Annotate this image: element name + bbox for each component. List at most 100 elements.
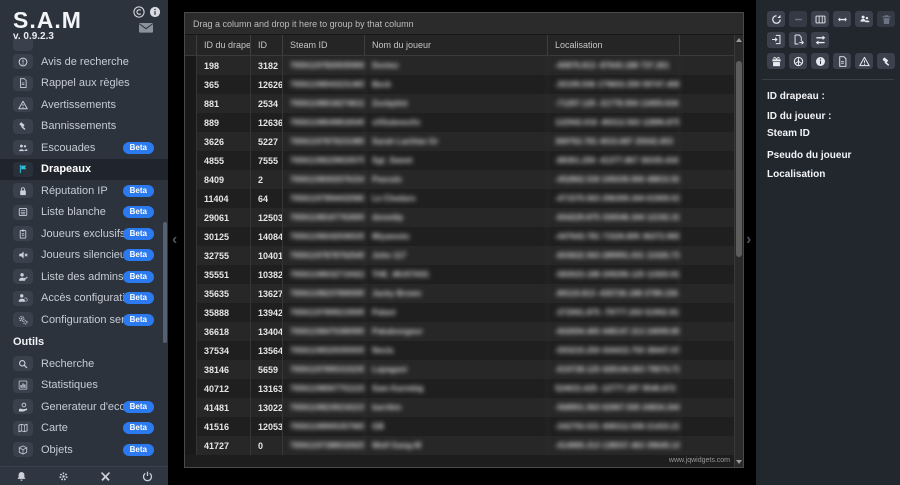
warning-button[interactable] [855, 53, 873, 69]
cell-player-id: 7555 [251, 151, 283, 170]
cell-player-id: 12053 [251, 417, 283, 436]
sidebar-item-r-putation-ip[interactable]: Réputation IPBeta [0, 180, 168, 202]
table-row[interactable]: 415161205376561198905357065GB-342793.531… [185, 417, 734, 436]
gift-button[interactable] [767, 53, 785, 69]
cell-flag-id: 36618 [197, 322, 251, 341]
table-row[interactable]: 414811302276561198239216215barrikin-5689… [185, 398, 734, 417]
bell-button[interactable] [0, 471, 42, 482]
sidebar-item-avertissements[interactable]: Avertissements [0, 94, 168, 116]
table-row[interactable]: 327551040176561197878762545John 117-6036… [185, 246, 734, 265]
ban-hammer-button[interactable] [877, 53, 895, 69]
scroll-up-icon[interactable] [735, 35, 743, 45]
refresh-button[interactable] [767, 11, 785, 27]
column-header-steam-id[interactable]: Steam ID [283, 35, 365, 55]
table-row[interactable]: 375341356476561198329355935Necla-593233.… [185, 341, 734, 360]
table-row[interactable]: 881253476561198018274611Zockpilot-71297.… [185, 94, 734, 113]
table-row[interactable]: 301251408476561198242936535Miyamoto-4476… [185, 227, 734, 246]
cell-location: -602694.465 448147.313 24099.891 [548, 322, 680, 341]
sidebar-item-carte[interactable]: CarteBeta [0, 418, 168, 440]
columns-button[interactable] [811, 11, 829, 27]
sidebar-item-joueurs-exclusifs[interactable]: Joueurs exclusifsBeta [0, 223, 168, 245]
detail-label-localisation: Localisation [767, 169, 825, 180]
arrows-h-button[interactable] [833, 11, 851, 27]
table-row[interactable]: 3651262676561198043231465Beck-30199.936 … [185, 75, 734, 94]
column-header-localisation[interactable]: Localisation [548, 35, 680, 55]
wheel-button[interactable] [789, 53, 807, 69]
swap-button[interactable] [811, 32, 829, 48]
toolbar-row [767, 32, 829, 48]
squad-icon [18, 143, 28, 153]
jqwidgets-watermark[interactable]: www.jqwidgets.com [669, 457, 730, 464]
sidebar-item-joueurs-silencieux[interactable]: Joueurs silencieuxBeta [0, 245, 168, 267]
power-button[interactable] [126, 471, 168, 482]
scroll-down-icon[interactable] [735, 457, 743, 467]
table-row[interactable]: 366181340476561198470380995Pakabongeur-6… [185, 322, 734, 341]
gear-button[interactable] [42, 471, 84, 482]
sidebar-item-acc-s-configuration-serveur[interactable]: Accès configuration serveurBeta [0, 288, 168, 310]
sidebar-item-generateur-d-economie[interactable]: Generateur d'economieBeta [0, 396, 168, 418]
sidebar-item-objets[interactable]: ObjetsBeta [0, 439, 168, 461]
cell-player-id: 2 [251, 170, 283, 189]
row-gutter [185, 132, 197, 151]
users-map-button[interactable] [855, 11, 873, 27]
table-row[interactable]: 198318276561197820935906Dontez-40876.813… [185, 56, 734, 75]
column-header-empty [680, 35, 734, 55]
scrollbar-thumb[interactable] [736, 61, 742, 257]
cell-steam-id: 76561198167763005 [283, 208, 365, 227]
info-icon[interactable] [149, 6, 161, 18]
table-row[interactable]: 407121316376561198067751115Sam Karmbig52… [185, 379, 734, 398]
sidebar-item-configuration-serveur[interactable]: Configuration serveurBeta [0, 309, 168, 331]
cell-empty [680, 170, 734, 189]
sidebar-item-bannissements[interactable]: Bannissements [0, 116, 168, 138]
sidebar-item-rappel-aux-r-gles[interactable]: Rappel aux règles [0, 73, 168, 95]
column-header-id-du-drapeau[interactable]: ID du drapeau▴ [197, 35, 251, 55]
table-row[interactable]: 41727076561197388532625Wolf Gang-M-41496… [185, 436, 734, 455]
sidebar-item-escouades[interactable]: EscouadesBeta [0, 137, 168, 159]
vertical-scrollbar[interactable] [734, 35, 743, 467]
sidebar-item-liste-des-admins[interactable]: Liste des adminsBeta [0, 266, 168, 288]
document-button[interactable] [833, 53, 851, 69]
document-icon [837, 56, 848, 67]
cell-location: -603622.563 289991.031 11026.731 [548, 246, 680, 265]
table-row[interactable]: 114046476561197894432580Le Chedars-47157… [185, 189, 734, 208]
row-gutter [185, 398, 197, 417]
sidebar-item-liste-blanche[interactable]: Liste blancheBeta [0, 202, 168, 224]
tools-button[interactable] [84, 471, 126, 482]
sidebar-item-label: Joueurs silencieux [41, 249, 132, 261]
cell-steam-id: 76561198329355935 [283, 341, 365, 360]
row-gutter [185, 94, 197, 113]
collapse-right-chevron-icon[interactable]: › [746, 232, 751, 248]
copyright-icon[interactable] [133, 6, 145, 18]
row-gutter [185, 341, 197, 360]
group-by-drop-zone[interactable]: Drag a column and drop it here to group … [185, 13, 743, 35]
cell-location: -30199.936 179603.359 59747.406 [548, 75, 680, 94]
table-row[interactable]: 4855755576561198229833575Sgt_Sweet-88361… [185, 151, 734, 170]
table-row[interactable]: 3626522776561197879231985Sarah Lachlan G… [185, 132, 734, 151]
table-row[interactable]: 356351362776561198237890595Jacky Brown-8… [185, 284, 734, 303]
import-button[interactable] [767, 32, 785, 48]
mail-icon[interactable] [139, 21, 153, 31]
table-row[interactable]: 355511038276561198032719422THE_MUSTA91-5… [185, 265, 734, 284]
sidebar-item-statistiques[interactable]: Statistiques [0, 375, 168, 397]
file-export-button[interactable] [789, 32, 807, 48]
ban-hammer-icon [881, 56, 892, 67]
cell-empty [680, 132, 734, 151]
table-row[interactable]: 358881394276561197899219595Palani-372061… [185, 303, 734, 322]
column-header-id[interactable]: ID [251, 35, 283, 55]
sidebar-item-recherche[interactable]: Recherche [0, 353, 168, 375]
cell-player-id: 13942 [251, 303, 283, 322]
cell-flag-id: 881 [197, 94, 251, 113]
table-row[interactable]: 8409276561198302576154Pascals-452862.530… [185, 170, 734, 189]
table-row[interactable]: 38146565976561197895315235Lapagani-61072… [185, 360, 734, 379]
sidebar-scrollbar-thumb[interactable] [163, 222, 167, 343]
table-row[interactable]: 290611250376561198167763005donedip-65422… [185, 208, 734, 227]
sidebar-item-drapeaux[interactable]: Drapeaux [0, 159, 168, 181]
column-header-nom-du-joueur[interactable]: Nom du joueur [365, 35, 548, 55]
collapse-left-chevron-icon[interactable]: ‹ [172, 232, 177, 248]
cell-player-name: Sarah Lachlan Gr [365, 132, 548, 151]
table-row[interactable]: 8891263676561198049816545xXSubnexXx12294… [185, 113, 734, 132]
sidebar-item-label: Drapeaux [41, 163, 91, 175]
sidebar-item-avis-de-recherche[interactable]: Avis de recherche [0, 51, 168, 73]
cell-empty [680, 322, 734, 341]
info-filled-button[interactable] [811, 53, 829, 69]
